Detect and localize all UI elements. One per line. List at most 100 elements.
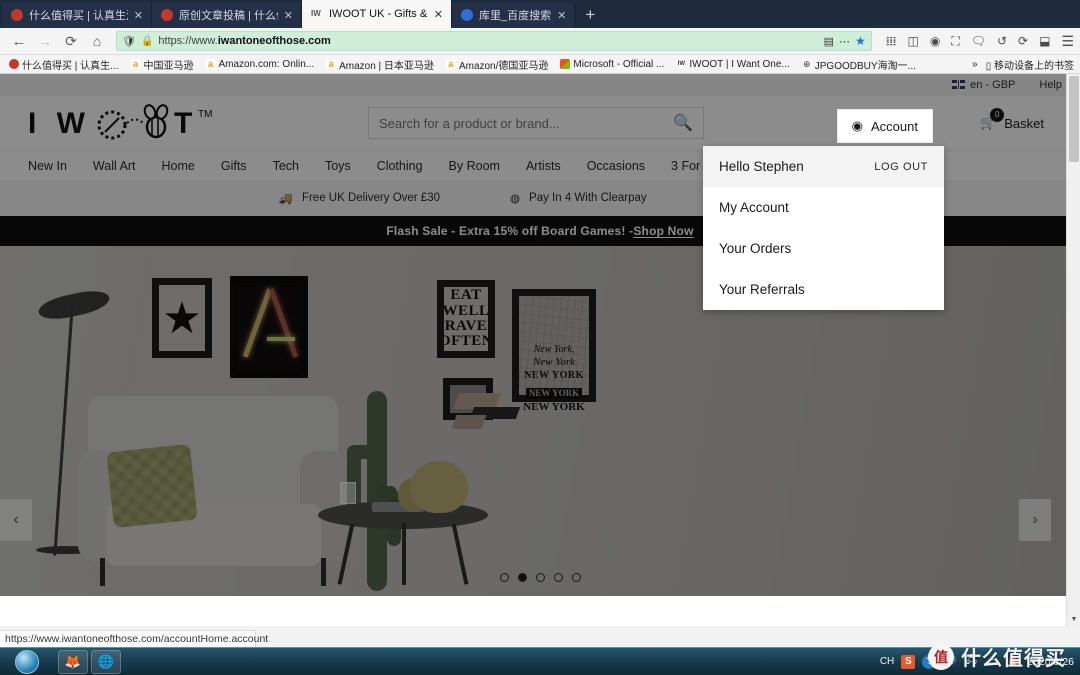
smzdm-watermark-logo: 值	[928, 643, 954, 670]
bookmarks-overflow-icon[interactable]: »	[972, 59, 978, 70]
carousel-dot[interactable]	[571, 573, 581, 582]
containers-icon[interactable]: ⬓	[1039, 34, 1050, 48]
log-out-link[interactable]: LOG OUT	[874, 161, 928, 173]
nav-item-gifts[interactable]: Gifts	[221, 159, 247, 173]
help-link[interactable]: Help	[1039, 79, 1062, 91]
bookmark-label: 中国亚马逊	[143, 60, 194, 72]
iwoot-icon: IW	[676, 59, 687, 69]
account-dropdown-menu: Hello Stephen LOG OUT My Account Your Or…	[703, 146, 944, 310]
firefox-taskbar-icon[interactable]: 🦊	[58, 649, 88, 674]
browser-tab[interactable]: 什么值得买 | 认真生活，好好花 ✕	[2, 2, 152, 28]
watermark-text: 什么值得买	[961, 648, 1066, 670]
art-ny-text: New York, New York NEW YORK NEW YORK NEW…	[523, 344, 585, 414]
sidebar-icon[interactable]: ◫	[908, 34, 919, 48]
svg-text:TM: TM	[198, 109, 212, 120]
undo-icon[interactable]: ↺	[997, 34, 1007, 48]
sync-icon[interactable]: ⟳	[1018, 34, 1028, 48]
flash-sale-link[interactable]: Shop Now	[633, 224, 693, 238]
nav-item-new-in[interactable]: New In	[28, 159, 67, 173]
bookmark-item[interactable]: a Amazon | 日本亚马逊	[321, 57, 439, 72]
account-icon[interactable]: ◉	[930, 34, 940, 48]
menu-item-my-account[interactable]: My Account	[703, 187, 944, 228]
carousel-dot[interactable]	[535, 573, 545, 582]
ime-indicator[interactable]: CH	[880, 656, 894, 667]
sogou-icon[interactable]: S	[901, 654, 916, 669]
start-button[interactable]	[2, 649, 52, 675]
home-icon[interactable]: ⌂	[84, 33, 110, 49]
scrollbar-thumb[interactable]	[1069, 76, 1079, 162]
pocket-icon[interactable]: 🗨	[971, 34, 986, 48]
basket-icon: 🛒 0	[980, 108, 1005, 131]
carousel-prev-button[interactable]: ‹	[0, 499, 32, 541]
basket-button[interactable]: 🛒 0 Basket	[966, 107, 1058, 139]
star-icon: ★	[162, 293, 202, 343]
browser-tab[interactable]: 原创文章投稿 | 什么值得买 ✕	[152, 2, 302, 28]
library-icon[interactable]: 𝍖	[886, 34, 897, 48]
bookmark-item[interactable]: a 中国亚马逊	[126, 57, 199, 72]
nav-item-occasions[interactable]: Occasions	[587, 159, 645, 173]
carousel-next-button[interactable]: ›	[1019, 499, 1051, 541]
armchair	[78, 396, 348, 586]
bookmark-item[interactable]: IW IWOOT | I Want One...	[671, 59, 794, 70]
bookmark-star-icon[interactable]: ★	[855, 34, 866, 48]
new-tab-button[interactable]: +	[575, 5, 605, 28]
page-scrollbar[interactable]: ▲ ▼	[1066, 74, 1080, 626]
nav-item-wall-art[interactable]: Wall Art	[93, 159, 136, 173]
utility-bar: en - GBP Help	[0, 74, 1080, 96]
search-icon[interactable]: 🔍	[673, 113, 693, 133]
smzdm-icon	[9, 59, 19, 69]
page-actions-icon[interactable]: ⋯	[839, 35, 850, 48]
amazon-icon: a	[445, 59, 456, 69]
bookmark-item[interactable]: 什么值得买 | 认真生...	[4, 57, 124, 72]
lock-icon[interactable]: 🔒	[141, 36, 153, 47]
smzdm-icon	[11, 9, 23, 21]
scroll-down-icon[interactable]: ▼	[1067, 613, 1080, 626]
menu-item-your-orders[interactable]: Your Orders	[703, 228, 944, 269]
search-input[interactable]	[379, 115, 674, 131]
menu-item-your-referrals[interactable]: Your Referrals	[703, 269, 944, 310]
carousel-dot-active[interactable]	[517, 573, 527, 582]
browser-tab-active[interactable]: IW IWOOT UK - Gifts & Gift Ide ✕	[302, 0, 452, 28]
framed-art-eat-well: EATWELLTRAVELOFTEN	[437, 280, 495, 358]
shield-icon[interactable]: 🛡	[122, 35, 136, 48]
explorer-taskbar-icon[interactable]: 🌐	[91, 649, 121, 674]
nav-item-home[interactable]: Home	[162, 159, 195, 173]
cushion	[106, 443, 198, 529]
nav-item-artists[interactable]: Artists	[526, 159, 561, 173]
qr-icon[interactable]: ▤	[824, 35, 834, 48]
reload-icon[interactable]: ⟳	[58, 33, 84, 50]
clearpay-icon: ◍	[510, 193, 521, 205]
nav-item-toys[interactable]: Toys	[325, 159, 351, 173]
account-button[interactable]: ◉ Account	[837, 110, 932, 142]
carousel-dot[interactable]	[553, 573, 563, 582]
bookmark-item[interactable]: a Amazon/德国亚马逊	[441, 57, 553, 72]
search-box[interactable]: 🔍	[368, 107, 704, 139]
amazon-icon: a	[205, 59, 216, 69]
screenshot-icon[interactable]: ⛶	[951, 34, 959, 49]
close-tab-icon[interactable]: ✕	[557, 9, 566, 22]
url-bar[interactable]: 🛡 🔒 https://www.iwantoneofthose.com ▤ ⋯ …	[116, 31, 872, 51]
close-tab-icon[interactable]: ✕	[284, 9, 293, 22]
back-icon[interactable]: ←	[6, 33, 32, 50]
close-tab-icon[interactable]: ✕	[434, 8, 443, 21]
amazon-icon: a	[130, 59, 141, 69]
flash-sale-text: Flash Sale - Extra 15% off Board Games! …	[386, 224, 634, 238]
mobile-bookmarks-item[interactable]: ▯ 移动设备上的书签	[986, 57, 1074, 72]
iwoot-logo[interactable]: I W T TM	[26, 103, 256, 143]
bookmark-item[interactable]: ⊕ JPGOODBUY海淘一...	[797, 57, 921, 72]
nav-item-clothing[interactable]: Clothing	[377, 159, 423, 173]
nav-item-tech[interactable]: Tech	[273, 159, 299, 173]
amazon-icon: a	[326, 59, 337, 69]
browser-tab[interactable]: 库里_百度搜索 ✕	[452, 2, 576, 28]
nav-item-by-room[interactable]: By Room	[449, 159, 500, 173]
bookmarks-overflow-area: » ▯ 移动设备上的书签	[972, 57, 1080, 72]
menu-icon[interactable]: ☰	[1061, 33, 1074, 50]
url-text: https://www.iwantoneofthose.com	[158, 35, 818, 47]
bookmark-item[interactable]: Microsoft - Official ...	[555, 59, 669, 70]
bookmark-item[interactable]: a Amazon.com: Onlin...	[201, 59, 320, 70]
locale-selector[interactable]: en - GBP	[952, 79, 1015, 91]
usp-clearpay: ◍ Pay In 4 With Clearpay	[510, 191, 647, 205]
url-prefix: https://www.	[158, 35, 218, 47]
carousel-dot[interactable]	[499, 573, 509, 582]
close-tab-icon[interactable]: ✕	[134, 9, 143, 22]
